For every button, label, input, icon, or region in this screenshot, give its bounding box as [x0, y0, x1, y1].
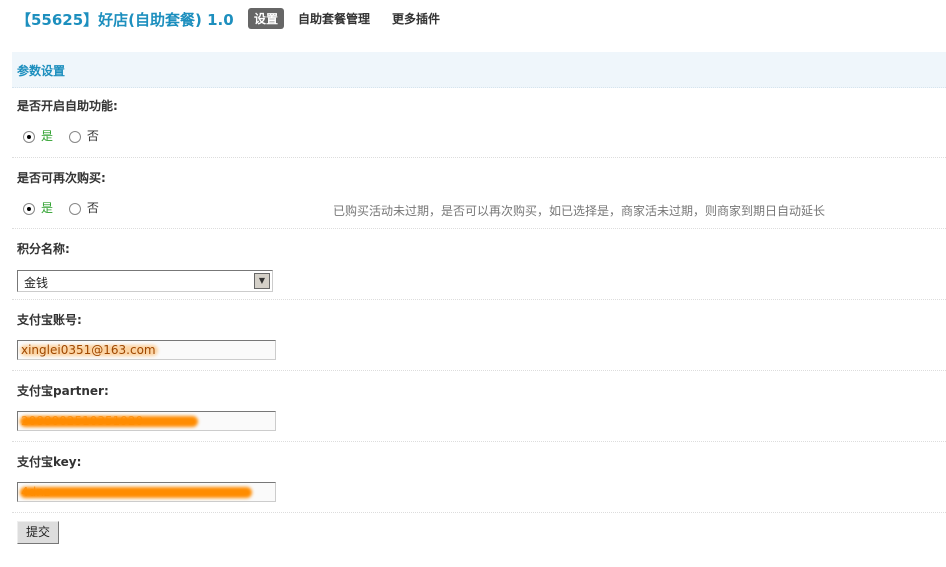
rebuy-yes[interactable]: 是	[23, 201, 53, 215]
app-title: 【55625】好店(自助套餐) 1.0	[16, 11, 234, 29]
alipay-account-label: 支付宝账号:	[17, 313, 82, 327]
divider	[12, 370, 946, 371]
tab-package-management[interactable]: 自助套餐管理	[292, 8, 376, 29]
points-name-label: 积分名称:	[17, 242, 70, 256]
redaction-mark	[20, 487, 252, 498]
redaction-mark	[20, 416, 198, 427]
self-service-radio-group: 是 否	[23, 127, 111, 144]
self-service-yes[interactable]: 是	[23, 129, 53, 143]
chevron-down-icon[interactable]: ▼	[254, 273, 270, 289]
divider	[12, 157, 946, 158]
rebuy-no[interactable]: 否	[68, 201, 99, 215]
section-header: 参数设置	[12, 52, 946, 88]
radio-checked-icon[interactable]	[23, 130, 35, 143]
rebuy-radio-group: 是 否	[23, 199, 111, 216]
tab-settings[interactable]: 设置	[248, 8, 285, 29]
alipay-account-input[interactable]: xinglei0351@163.com	[17, 340, 276, 360]
radio-unchecked-icon[interactable]	[68, 202, 81, 215]
alipay-partner-input[interactable]: 2088002510351920	[17, 411, 276, 431]
divider	[12, 512, 946, 513]
divider	[12, 441, 946, 442]
rebuy-hint: 已购买活动未过期，是否可以再次购买，如已选择是，商家活未过期，则商家到期日自动延…	[333, 204, 826, 218]
alipay-key-input[interactable]: 4dnz	[17, 482, 276, 502]
section-title: 参数设置	[17, 64, 66, 78]
radio-unchecked-icon[interactable]	[68, 130, 81, 143]
self-service-label: 是否开启自助功能:	[17, 99, 118, 113]
alipay-key-label: 支付宝key:	[17, 455, 82, 469]
divider	[12, 228, 946, 229]
radio-checked-icon[interactable]	[23, 202, 35, 215]
divider	[12, 299, 946, 300]
self-service-no[interactable]: 否	[68, 129, 99, 143]
points-name-select[interactable]: 金钱 ▼	[17, 270, 273, 292]
alipay-partner-label: 支付宝partner:	[17, 384, 109, 398]
submit-button[interactable]: 提交	[17, 521, 59, 544]
tab-more-plugins[interactable]: 更多插件	[386, 8, 446, 29]
rebuy-label: 是否可再次购买:	[17, 171, 106, 185]
